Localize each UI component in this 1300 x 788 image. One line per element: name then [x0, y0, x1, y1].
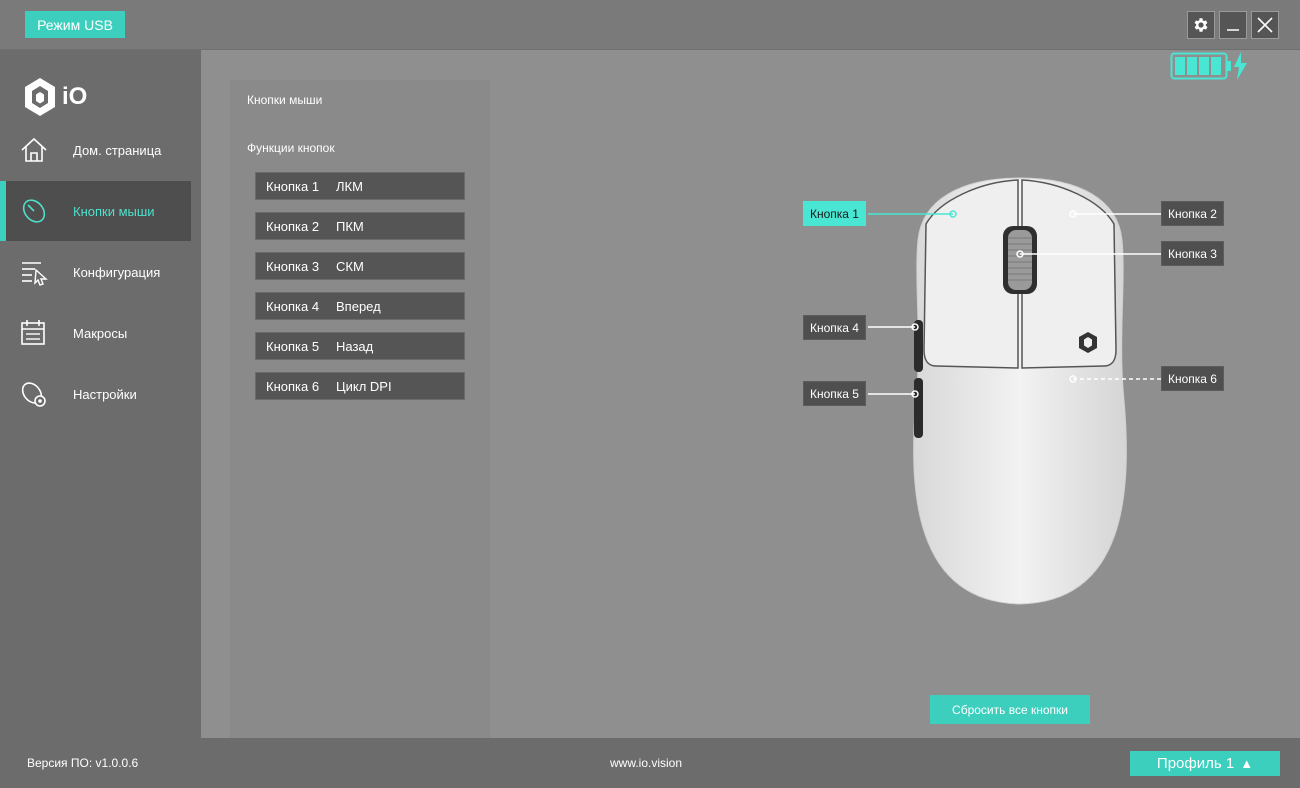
button-name: Кнопка 2 [266, 219, 320, 234]
close-icon [1257, 17, 1273, 33]
gear-icon [1194, 18, 1208, 32]
settings-icon [21, 382, 46, 407]
profile-label: Профиль 1 [1156, 755, 1235, 772]
sidebar-item-mouse-buttons[interactable]: Кнопки мыши [0, 181, 191, 241]
callout-button-1[interactable]: Кнопка 1 [803, 201, 866, 226]
battery-icon [1170, 52, 1247, 80]
callout-button-6[interactable]: Кнопка 6 [1161, 366, 1224, 391]
sidebar-item-label: Настройки [73, 386, 137, 402]
macro-icon [21, 320, 45, 345]
panel-subtitle: Функции кнопок [247, 141, 335, 155]
button-function-row-3[interactable]: Кнопка 3 СКМ [255, 252, 465, 280]
home-icon [21, 137, 47, 162]
usb-mode-badge[interactable]: Режим USB [25, 11, 125, 38]
settings-button[interactable] [1187, 11, 1215, 39]
config-icon [22, 262, 48, 286]
sidebar-item-macros[interactable]: Макросы [0, 303, 191, 363]
button-function-row-6[interactable]: Кнопка 6 Цикл DPI [255, 372, 465, 400]
button-name: Кнопка 3 [266, 259, 320, 274]
close-button[interactable] [1251, 11, 1279, 39]
reset-all-buttons-button[interactable]: Сбросить все кнопки [930, 695, 1090, 724]
button-function-row-1[interactable]: Кнопка 1 ЛКМ [255, 172, 465, 200]
button-function-row-4[interactable]: Кнопка 4 Вперед [255, 292, 465, 320]
callout-button-4[interactable]: Кнопка 4 [803, 315, 866, 340]
button-name: Кнопка 6 [266, 379, 320, 394]
button-function-row-5[interactable]: Кнопка 5 Назад [255, 332, 465, 360]
button-name: Кнопка 1 [266, 179, 320, 194]
caret-up-icon: ▲ [1240, 756, 1254, 771]
button-name: Кнопка 4 [266, 299, 320, 314]
button-function-row-2[interactable]: Кнопка 2 ПКМ [255, 212, 465, 240]
minimize-icon [1227, 29, 1239, 31]
website-link[interactable]: www.io.vision [610, 756, 682, 770]
button-function: ЛКМ [336, 179, 363, 194]
callout-button-2[interactable]: Кнопка 2 [1161, 201, 1224, 226]
button-function: Назад [336, 339, 374, 354]
callout-button-3[interactable]: Кнопка 3 [1161, 241, 1224, 266]
footer: Версия ПО: v1.0.0.6 www.io.vision Профил… [0, 738, 1300, 788]
lightning-icon [1234, 52, 1247, 80]
sidebar-item-label: Макросы [73, 325, 128, 341]
sidebar: iO Дом. страница Кнопки мыши Конфигураци… [0, 50, 201, 738]
title-bar: Режим USB [0, 0, 1300, 50]
logo-text: iO [62, 83, 88, 110]
button-name: Кнопка 5 [266, 339, 320, 354]
sidebar-item-label: Конфигурация [73, 264, 161, 280]
button-function: СКМ [336, 259, 364, 274]
callout-lines [868, 210, 1161, 398]
sidebar-item-label: Дом. страница [73, 142, 162, 158]
sidebar-item-settings[interactable]: Настройки [0, 364, 191, 424]
panel-title: Кнопки мыши [247, 93, 323, 107]
minimize-button[interactable] [1219, 11, 1247, 39]
firmware-version: Версия ПО: v1.0.0.6 [27, 756, 139, 770]
button-function: Цикл DPI [336, 379, 392, 394]
mouse-icon [22, 199, 46, 223]
profile-selector-button[interactable]: Профиль 1 ▲ [1130, 751, 1280, 776]
sidebar-item-config[interactable]: Конфигурация [0, 242, 191, 302]
sidebar-item-home[interactable]: Дом. страница [0, 120, 191, 180]
button-functions-panel: Кнопки мыши Функции кнопок Кнопка 1 ЛКМ … [230, 80, 490, 738]
logo-icon [25, 78, 55, 116]
button-function: ПКМ [336, 219, 364, 234]
callout-button-5[interactable]: Кнопка 5 [803, 381, 866, 406]
button-function: Вперед [336, 299, 381, 314]
logo: iO [22, 76, 102, 118]
sidebar-item-label: Кнопки мыши [73, 203, 155, 219]
